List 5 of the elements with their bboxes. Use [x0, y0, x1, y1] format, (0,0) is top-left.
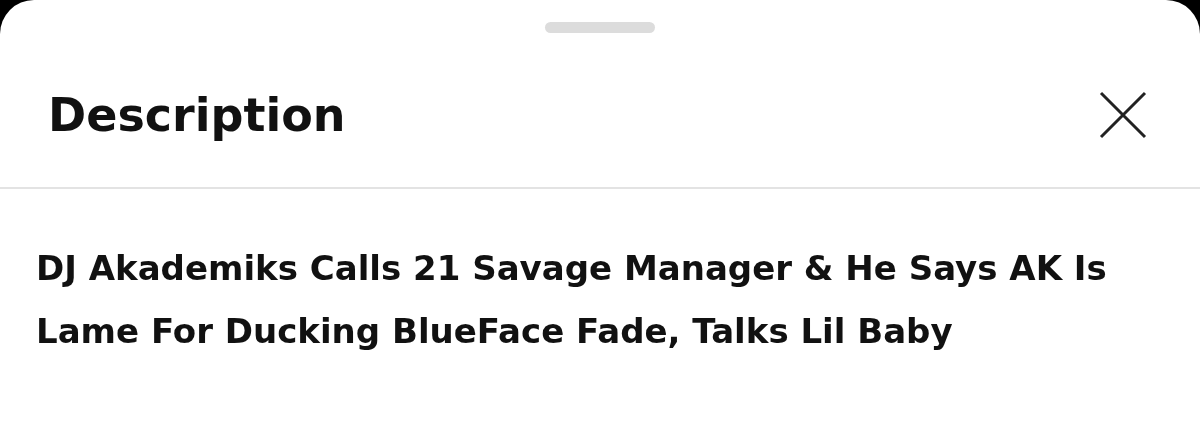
close-button[interactable]	[1098, 90, 1148, 140]
drag-handle[interactable]	[545, 22, 655, 33]
video-title: DJ Akademiks Calls 21 Savage Manager & He Says AK Is Lame For Ducking BlueFace Fade, Talks Lil Baby	[36, 247, 1108, 353]
close-icon	[1099, 91, 1147, 139]
sheet-title: Description	[48, 87, 346, 143]
